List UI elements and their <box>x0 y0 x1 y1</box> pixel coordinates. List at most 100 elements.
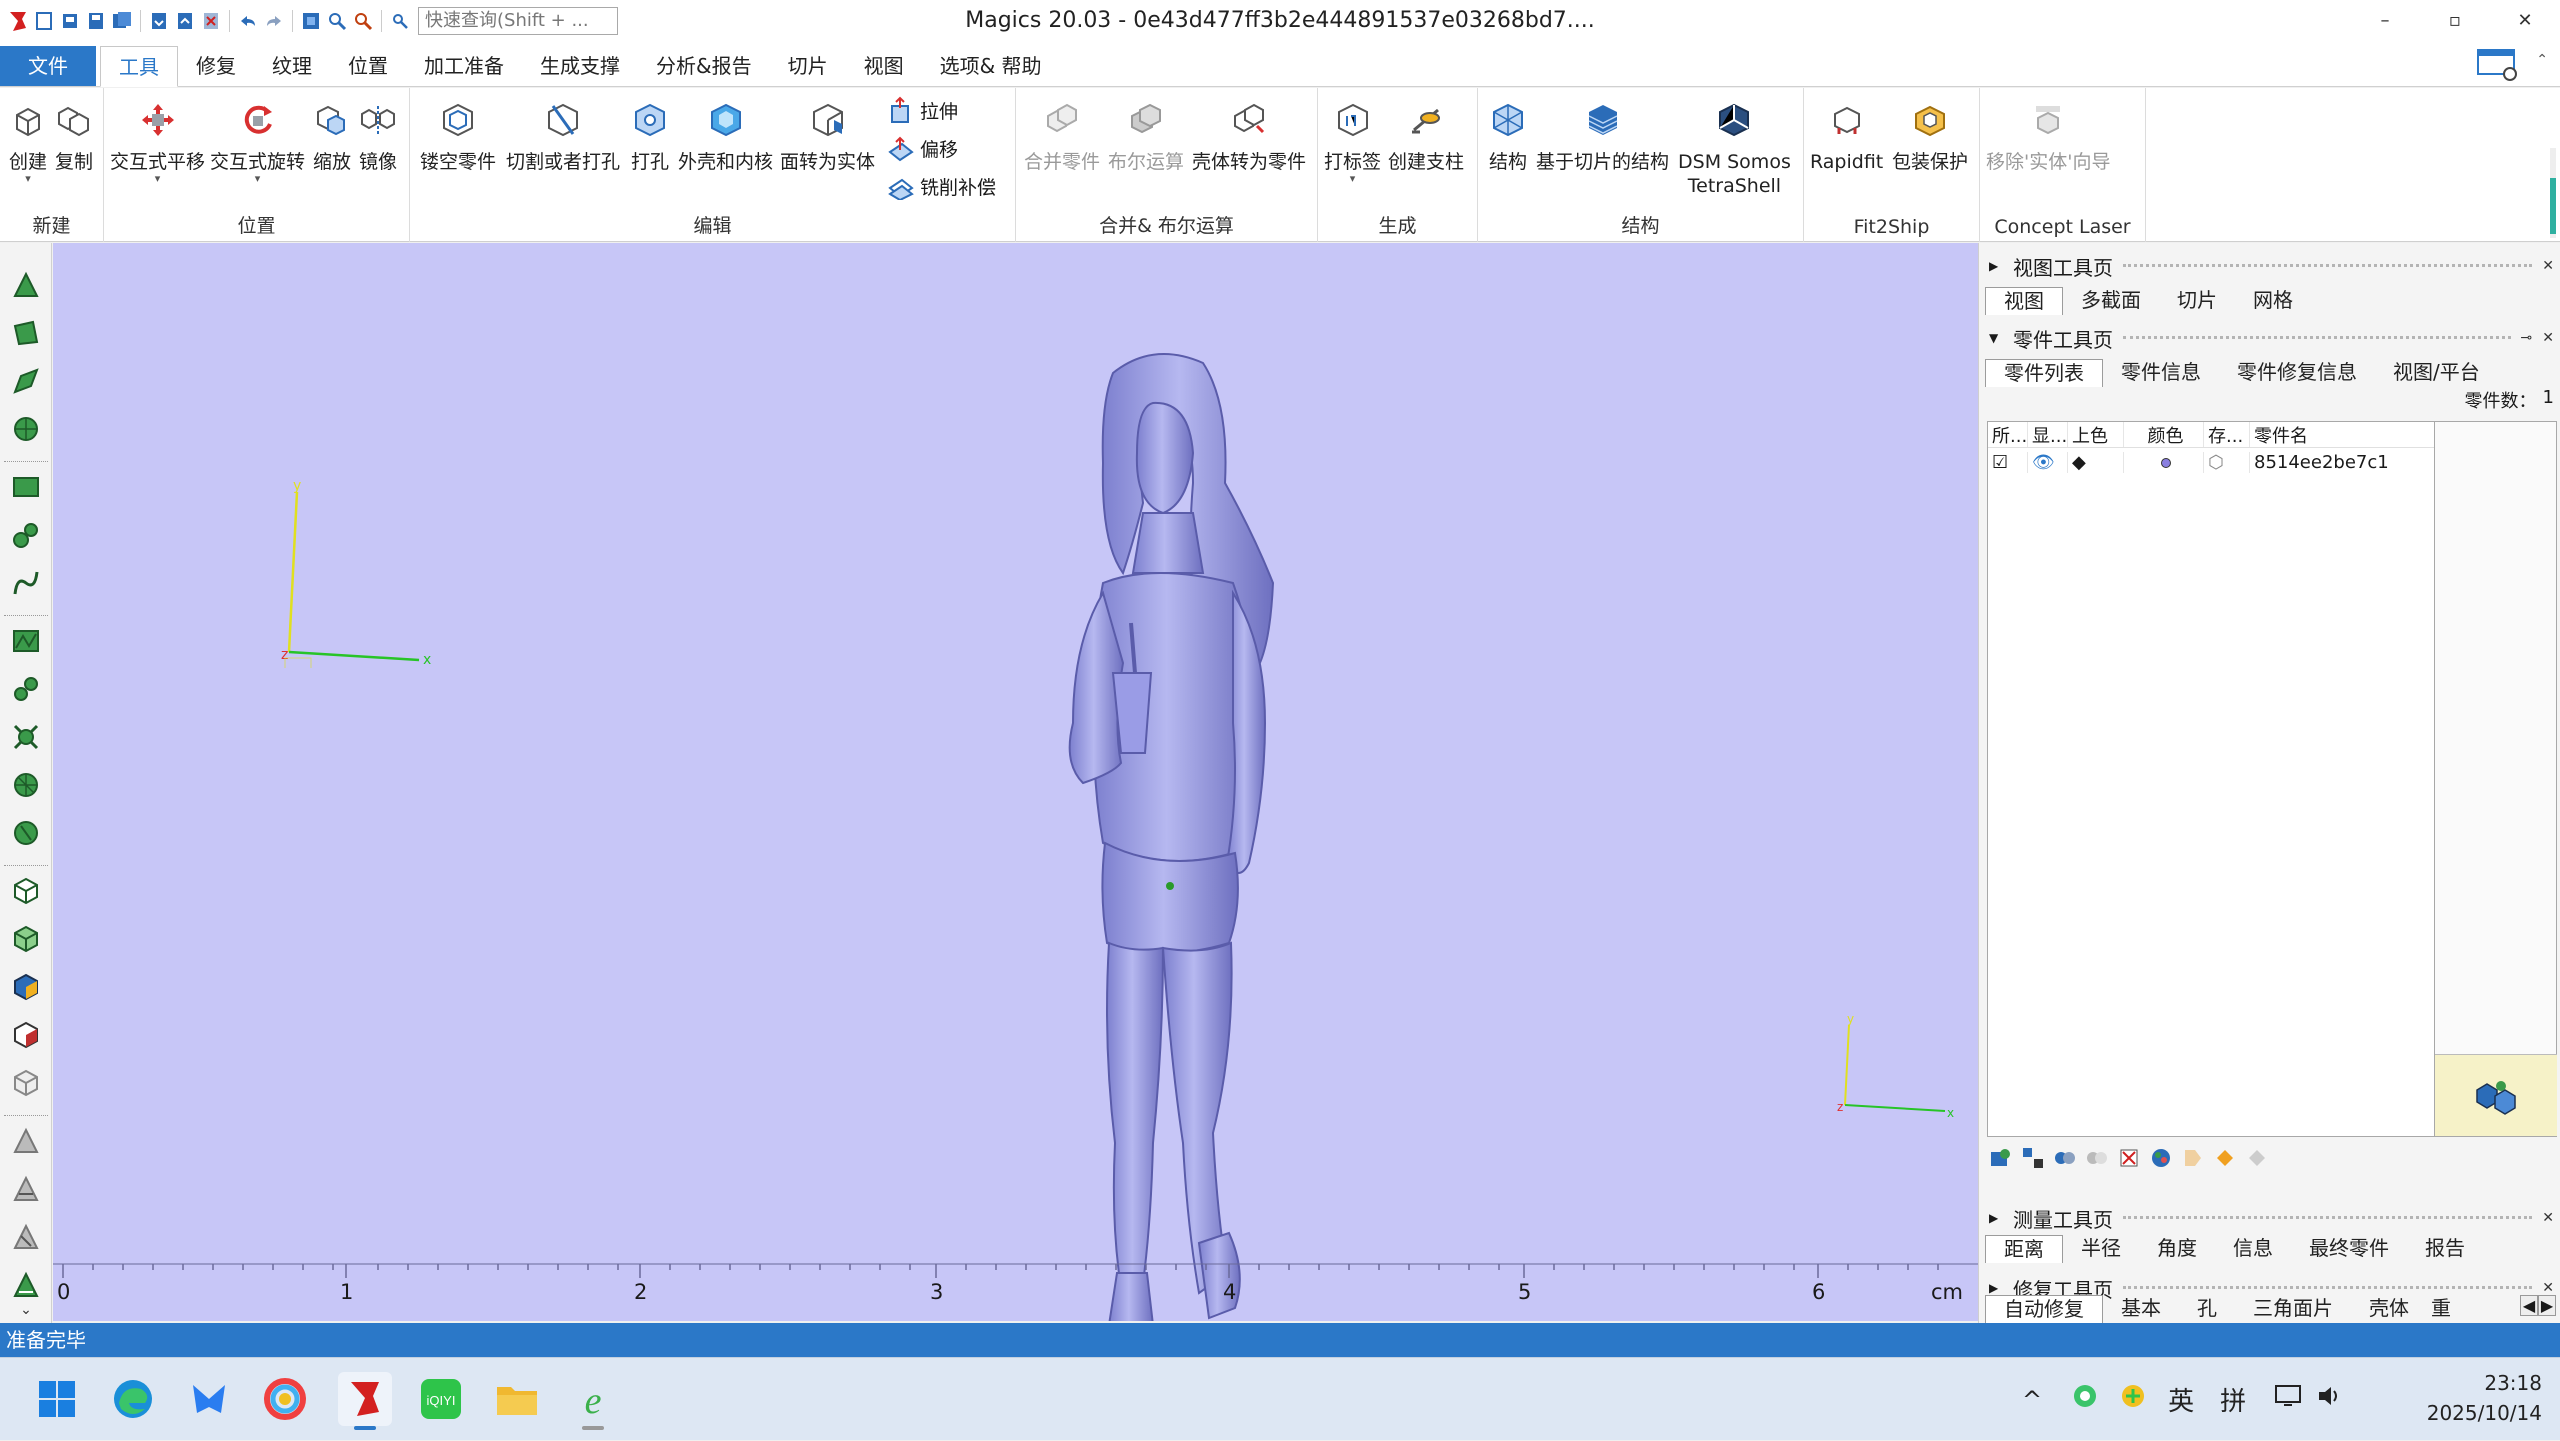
hollow-part-button[interactable]: 镂空零件 <box>420 90 496 174</box>
tray-expand-icon[interactable]: ^ <box>2022 1386 2042 1414</box>
table-row[interactable]: ☑ 👁 ◆ ⬡ 8514ee2be7c1 <box>1988 448 2434 476</box>
tab-shells[interactable]: 壳体 <box>2351 1295 2427 1323</box>
iqiyi-icon[interactable]: iQIYI <box>414 1372 468 1426</box>
select-triangle-icon[interactable] <box>8 267 44 303</box>
label-button[interactable]: 打标签 ▾ <box>1324 90 1381 184</box>
export-icon[interactable] <box>173 9 197 33</box>
collapse-icon[interactable]: ▼ <box>1989 331 2003 345</box>
3d-part-model[interactable] <box>1003 343 1343 1321</box>
collapse-ribbon-icon[interactable]: ⌃ <box>2536 52 2548 68</box>
tab-build-prep[interactable]: 加工准备 <box>406 46 522 87</box>
tab-options-help[interactable]: 选项& 帮助 <box>922 46 1060 87</box>
parts-icon[interactable] <box>1987 1144 2015 1172</box>
mark-cross-icon[interactable] <box>8 719 44 755</box>
tab-view-mesh[interactable]: 网格 <box>2235 287 2311 315</box>
interactive-rotate-button[interactable]: 交互式旋转 ▾ <box>210 90 305 184</box>
checkbox-selected[interactable]: ☑ <box>1988 451 2028 473</box>
create-support-button[interactable]: 创建支柱 <box>1388 90 1464 174</box>
minimize-button[interactable]: – <box>2350 0 2420 42</box>
magics-taskbar-icon[interactable] <box>338 1372 392 1430</box>
shading-icon[interactable]: ◆ <box>2068 451 2124 473</box>
merge-parts-button[interactable]: 合并零件 <box>1024 90 1100 174</box>
tab-slice[interactable]: 切片 <box>770 46 846 87</box>
part-cube-grey-icon[interactable] <box>8 1065 44 1101</box>
expand-icon[interactable]: ▶ <box>1989 259 2003 273</box>
tab-part-repair-info[interactable]: 零件修复信息 <box>2219 359 2375 387</box>
undo-icon[interactable] <box>236 9 260 33</box>
tab-position[interactable]: 位置 <box>330 46 406 87</box>
tab-part-info[interactable]: 零件信息 <box>2103 359 2219 387</box>
col-shading[interactable]: 上色 <box>2068 422 2124 447</box>
feishu-icon[interactable] <box>182 1372 236 1426</box>
col-part-name[interactable]: 零件名 <box>2250 422 2434 447</box>
close-button[interactable]: ✕ <box>2490 0 2560 42</box>
file-menu-tab[interactable]: 文件 <box>0 46 96 86</box>
col-saved[interactable]: 存... <box>2204 422 2250 447</box>
tab-triangles[interactable]: 三角面片 <box>2235 1295 2351 1323</box>
unmark-all-icon[interactable] <box>8 1267 44 1303</box>
ie-browser-icon[interactable]: e <box>566 1372 620 1430</box>
find-icon[interactable] <box>351 9 375 33</box>
tray-app2-icon[interactable] <box>2120 1383 2146 1416</box>
curve-select-icon[interactable] <box>8 565 44 601</box>
brush-select-icon[interactable] <box>8 517 44 553</box>
save-icon[interactable] <box>84 9 108 33</box>
shell-and-core-button[interactable]: 外壳和内核 <box>678 90 773 174</box>
tab-radius[interactable]: 半径 <box>2063 1235 2139 1263</box>
tray-app-icon[interactable] <box>2072 1383 2098 1416</box>
network-icon[interactable] <box>2274 1383 2304 1416</box>
close-icon[interactable]: ✕ <box>2542 330 2554 346</box>
scroll-right-icon[interactable]: ▶ <box>2538 1295 2556 1316</box>
parts-grid-icon[interactable] <box>2019 1144 2047 1172</box>
close-icon[interactable]: ✕ <box>2542 258 2554 274</box>
tab-analysis-report[interactable]: 分析&报告 <box>638 46 770 87</box>
select-plane-icon[interactable] <box>8 363 44 399</box>
ime-language[interactable]: 英 <box>2168 1381 2194 1418</box>
tag-orange-icon[interactable] <box>2211 1144 2239 1172</box>
delete-part-icon[interactable] <box>2115 1144 2143 1172</box>
tab-tools[interactable]: 工具 <box>100 46 178 87</box>
tab-distance[interactable]: 距离 <box>1985 1235 2063 1263</box>
extrude-button[interactable]: 拉伸 <box>888 96 958 124</box>
ribbon-scrollbar[interactable] <box>2550 148 2556 238</box>
tab-generate-support[interactable]: 生成支撑 <box>522 46 638 87</box>
shell-to-part-button[interactable]: 壳体转为零件 <box>1192 90 1306 174</box>
close-part-icon[interactable] <box>199 9 223 33</box>
mirror-button[interactable]: 镜像 <box>356 90 400 174</box>
quick-search-input[interactable]: 快速查询(Shift + ... <box>418 7 618 35</box>
close-icon[interactable]: ✕ <box>2542 1280 2554 1296</box>
platform-preview[interactable] <box>2435 1054 2557 1136</box>
tab-basic[interactable]: 基本 <box>2103 1295 2179 1323</box>
eye-icon[interactable]: 👁 <box>2028 451 2068 473</box>
part-cube-green-icon[interactable] <box>8 921 44 957</box>
offset-button[interactable]: 偏移 <box>888 134 958 162</box>
save-all-icon[interactable] <box>110 9 134 33</box>
remove-solid-wizard-button[interactable]: 移除'实体'向导 <box>1986 90 2110 174</box>
volume-icon[interactable] <box>2316 1383 2344 1416</box>
col-visible[interactable]: 显... <box>2028 422 2068 447</box>
tab-auto-repair[interactable]: 自动修复 <box>1985 1295 2103 1323</box>
tab-overflow[interactable]: 重 <box>2427 1295 2455 1323</box>
view-page-header[interactable]: ▶ 视图工具页 ✕ <box>1989 251 2554 281</box>
dsm-somos-tetrashell-button[interactable]: DSM Somos TetraShell <box>1678 90 1791 198</box>
unmark-shell-icon[interactable] <box>8 1219 44 1255</box>
part-name[interactable]: 8514ee2be7c1 <box>2250 452 2434 473</box>
lasso-rect-icon[interactable] <box>8 469 44 505</box>
color-swatch[interactable] <box>2124 451 2204 473</box>
mark-zone-icon[interactable] <box>8 623 44 659</box>
unmark-triangle-icon[interactable] <box>8 1123 44 1159</box>
tab-angle[interactable]: 角度 <box>2139 1235 2215 1263</box>
parts-color-icon[interactable] <box>2147 1144 2175 1172</box>
tab-view-slice[interactable]: 切片 <box>2159 287 2235 315</box>
boolean-button[interactable]: 布尔运算 <box>1108 90 1184 174</box>
toolbar-overflow-icon[interactable]: ⌄ <box>8 1301 44 1319</box>
tab-texture[interactable]: 纹理 <box>254 46 330 87</box>
new-file-icon[interactable] <box>32 9 56 33</box>
mark-connected-icon[interactable] <box>8 671 44 707</box>
part-cube-red-icon[interactable] <box>8 1017 44 1053</box>
mark-sphere-icon[interactable] <box>8 767 44 803</box>
system-clock[interactable]: 23:18 2025/10/14 <box>2427 1368 2542 1428</box>
pin-icon[interactable]: ⊸ <box>2521 330 2533 346</box>
tab-repair[interactable]: 修复 <box>178 46 254 87</box>
start-menu-icon[interactable] <box>30 1372 84 1426</box>
